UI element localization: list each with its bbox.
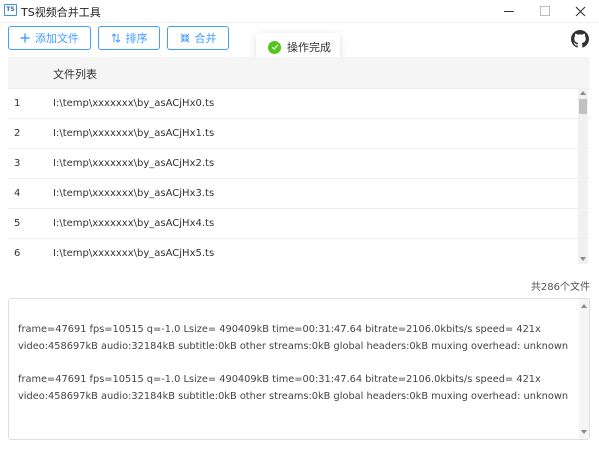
close-icon: [575, 6, 585, 16]
sort-icon: [111, 33, 120, 43]
minimize-icon: [504, 10, 514, 12]
merge-icon: [180, 33, 189, 43]
maximize-button[interactable]: [530, 0, 560, 22]
maximize-icon: [540, 6, 550, 16]
table-scrollbar[interactable]: [578, 88, 588, 264]
window-title: TS视频合并工具: [21, 6, 101, 19]
title-bar: TS TS视频合并工具: [0, 0, 599, 23]
github-icon[interactable]: [571, 30, 589, 48]
table-row[interactable]: 5 I:\temp\xxxxxxx\by_asACjHx4.ts: [8, 209, 590, 239]
scroll-down-arrow-icon[interactable]: [578, 254, 588, 264]
table-header: 文件列表: [8, 57, 590, 89]
scrollbar-thumb[interactable]: [579, 99, 587, 114]
table-row[interactable]: 4 I:\temp\xxxxxxx\by_asACjHx3.ts: [8, 179, 590, 209]
sort-label: 排序: [125, 32, 148, 45]
log-scroll-down-arrow-icon[interactable]: [579, 427, 589, 437]
column-header-file-list: 文件列表: [53, 68, 97, 81]
row-index: 3: [14, 158, 21, 169]
row-path: I:\temp\xxxxxxx\by_asACjHx4.ts: [53, 218, 215, 229]
add-file-label: 添加文件: [35, 32, 79, 45]
row-path: I:\temp\xxxxxxx\by_asACjHx2.ts: [53, 158, 215, 169]
check-circle-icon: [268, 40, 281, 54]
minimize-button[interactable]: [494, 0, 524, 22]
row-path: I:\temp\xxxxxxx\by_asACjHx0.ts: [53, 98, 215, 109]
merge-label: 合并: [194, 32, 217, 45]
sort-button[interactable]: 排序: [98, 26, 160, 50]
log-output[interactable]: frame=47691 fps=10515 q=-1.0 Lsize= 4904…: [8, 298, 590, 440]
toast-message: 操作完成: [287, 41, 331, 54]
table-row[interactable]: 2 I:\temp\xxxxxxx\by_asACjHx1.ts: [8, 119, 590, 149]
row-index: 6: [14, 248, 21, 259]
file-count: 共286个文件: [530, 282, 590, 293]
table-row[interactable]: 3 I:\temp\xxxxxxx\by_asACjHx2.ts: [8, 149, 590, 179]
scroll-up-arrow-icon[interactable]: [578, 88, 588, 98]
row-index: 1: [14, 98, 21, 109]
log-line: video:458697kB audio:32184kB subtitle:0k…: [18, 391, 569, 402]
table-row[interactable]: 6 I:\temp\xxxxxxx\by_asACjHx5.ts: [8, 239, 590, 264]
row-path: I:\temp\xxxxxxx\by_asACjHx3.ts: [53, 188, 215, 199]
log-scroll-up-arrow-icon[interactable]: [579, 301, 589, 311]
plus-icon: [20, 33, 30, 43]
add-file-button[interactable]: 添加文件: [8, 26, 91, 50]
log-scrollbar[interactable]: [579, 299, 589, 439]
log-line: frame=47691 fps=10515 q=-1.0 Lsize= 4904…: [18, 324, 541, 335]
merge-button[interactable]: 合并: [167, 26, 229, 50]
row-path: I:\temp\xxxxxxx\by_asACjHx5.ts: [53, 248, 215, 259]
app-icon: TS: [4, 4, 17, 16]
row-index: 5: [14, 218, 21, 229]
row-index: 4: [14, 188, 21, 199]
log-line: frame=47691 fps=10515 q=-1.0 Lsize= 4904…: [18, 374, 541, 385]
row-index: 2: [14, 128, 21, 139]
table-row[interactable]: 1 I:\temp\xxxxxxx\by_asACjHx0.ts: [8, 89, 590, 119]
row-path: I:\temp\xxxxxxx\by_asACjHx1.ts: [53, 128, 215, 139]
file-table: 文件列表 1 I:\temp\xxxxxxx\by_asACjHx0.ts 2 …: [8, 57, 590, 264]
log-line: video:458697kB audio:32184kB subtitle:0k…: [18, 341, 569, 352]
close-button[interactable]: [565, 0, 595, 22]
